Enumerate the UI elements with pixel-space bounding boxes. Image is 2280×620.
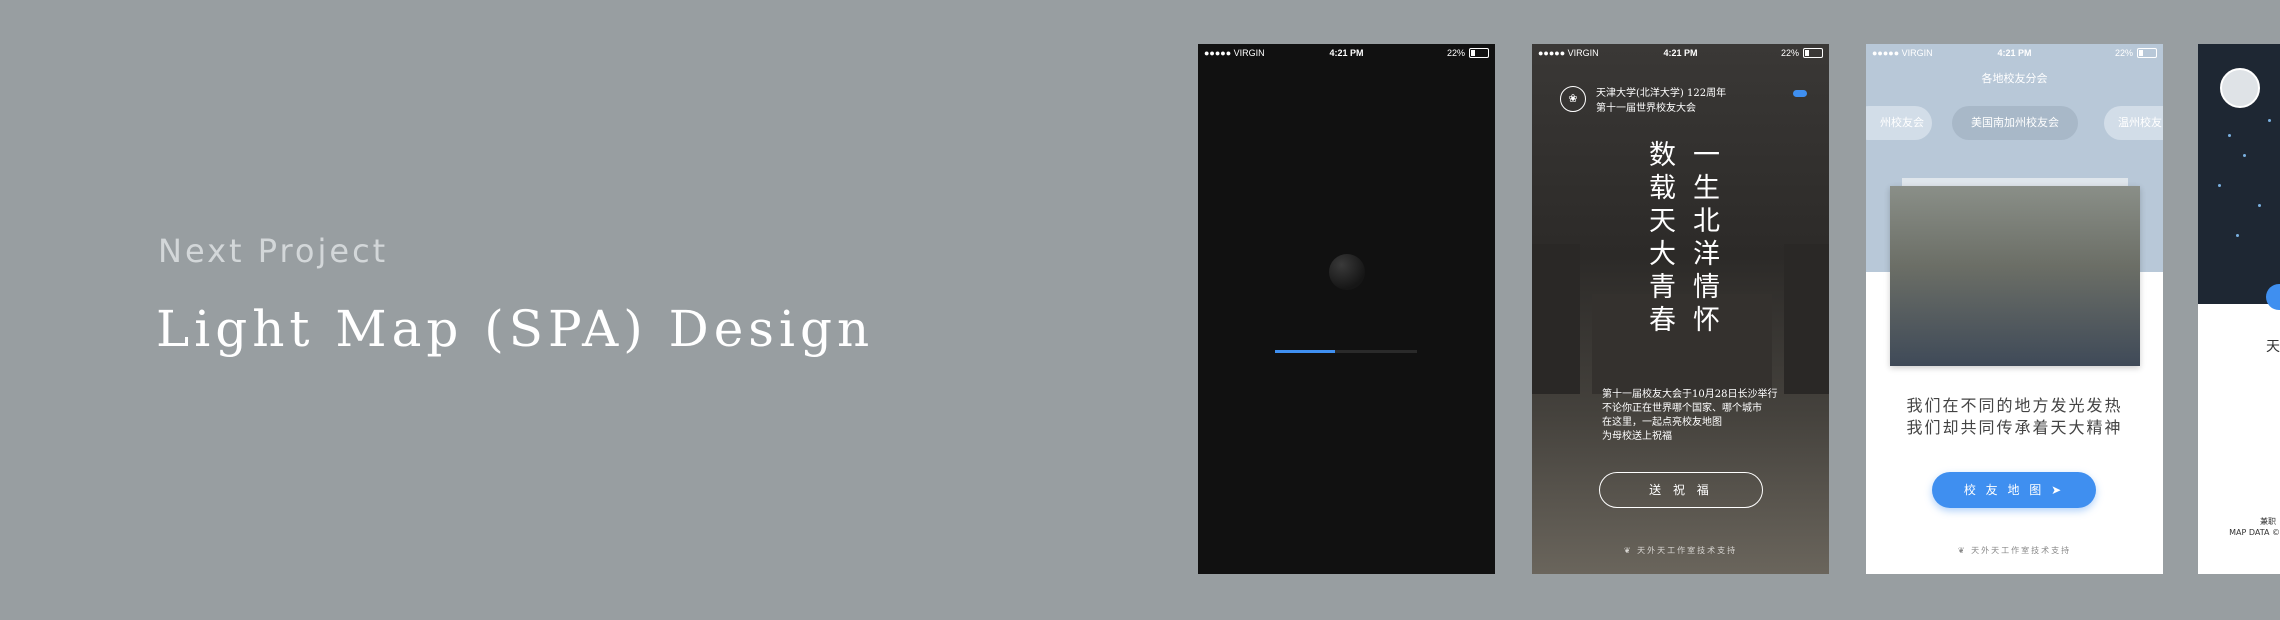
globe-icon [1329,254,1365,290]
branch-chip[interactable]: 州校友会 [1866,106,1932,140]
battery-indicator: 22% [1447,48,1489,58]
intro-line: 不论你正在世界哪个国家、哪个城市 [1602,403,1762,414]
status-bar: ●●●●● VIRGIN 4:21 PM 22% [1866,44,2163,62]
map-dot [2258,204,2261,207]
status-bar: ●●●●● VIRGIN 4:21 PM 22% [1532,44,1829,62]
partial-text: 天 [2266,339,2280,355]
battery-indicator: 22% [2115,48,2157,58]
branch-chip-active[interactable]: 美国南加州校友会 [1952,106,2078,140]
battery-percent: 22% [2114,48,2133,58]
footer-credit-text: 天外天工作室技术支持 [1971,546,2072,555]
motto-line1: 我们在不同的地方发光发热 [1906,396,2123,415]
intro-line: 第十一届校友大会于10月28日长沙举行 [1602,389,1778,400]
screen-title: 各地校友分会 [1981,72,2048,85]
loading-progress-bar [1275,350,1417,353]
battery-percent: 22% [1780,48,1799,58]
send-arrow-icon: ➤ [2051,483,2065,497]
project-title[interactable]: Light Map (SPA) Design [156,300,874,358]
event-header-line1: 天津大学(北洋大学) 122周年 [1596,88,1727,99]
leaf-icon: ❦ [1623,546,1638,555]
battery-icon [1803,48,1823,58]
map-credit-line2: MAP DATA © [2229,528,2280,537]
headline-right: 一生北洋情怀 [1688,140,1719,338]
event-header-line2: 第十一届世界校友大会 [1596,103,1696,114]
battery-icon [2137,48,2157,58]
status-bar: ●●●●● VIRGIN 4:21 PM 22% [1198,44,1495,62]
motto-line2: 我们却共同传承着天大精神 [1906,418,2123,437]
battery-indicator: 22% [1781,48,1823,58]
send-blessing-button[interactable]: 送 祝 福 [1599,472,1763,508]
group-photo [1890,186,2140,366]
battery-icon [1469,48,1489,58]
footer-credit-text: 天外天工作室技术支持 [1637,546,1738,555]
music-toggle[interactable] [1793,90,1807,97]
alumni-map-button-label: 校 友 地 图 [1963,483,2045,497]
phone-intro-screen: ●●●●● VIRGIN 4:21 PM 22% ❀ 天津大学(北洋大学) 12… [1532,44,1829,574]
branch-chip[interactable]: 温州校友 [2104,106,2163,140]
building-center [1592,294,1772,394]
map-dot [2268,119,2271,122]
building-left [1532,244,1580,394]
leaf-icon: ❦ [1957,546,1972,555]
headline-left: 数载天大青春 [1644,140,1675,338]
map-dot [2243,154,2246,157]
alumni-map-button[interactable]: 校 友 地 图 ➤ [1932,472,2096,508]
phone-alumni-screen: ●●●●● VIRGIN 4:21 PM 22% 各地校友分会 州校友会 美国南… [1866,44,2163,574]
map-credit-line1: 兼职 [2260,517,2276,526]
map-dot [2218,184,2221,187]
building-right [1784,244,1829,394]
event-header: 天津大学(北洋大学) 122周年 第十一届世界校友大会 [1596,86,1726,116]
avatar[interactable] [2220,68,2260,108]
intro-line: 在这里，一起点亮校友地图 [1602,417,1722,428]
intro-line: 为母校送上祝福 [1602,431,1672,442]
battery-percent: 22% [1446,48,1465,58]
photo-shadow [1902,178,2128,186]
loading-progress-fill [1275,350,1335,353]
map-dot [2228,134,2231,137]
next-project-label: Next Project [158,232,389,270]
university-seal-icon: ❀ [1560,86,1586,112]
map-dot [2236,234,2239,237]
intro-paragraph: 第十一届校友大会于10月28日长沙举行 不论你正在世界哪个国家、哪个城市 在这里… [1602,388,1792,444]
phone-loading-screen: ●●●●● VIRGIN 4:21 PM 22% [1198,44,1495,574]
locate-button[interactable] [2266,284,2280,310]
phone-map-screen: 天 兼职 MAP DATA © [2198,44,2280,574]
footer-credit: ❦ 天外天工作室技术支持 [1532,545,1829,556]
footer-credit: ❦ 天外天工作室技术支持 [1866,545,2163,556]
